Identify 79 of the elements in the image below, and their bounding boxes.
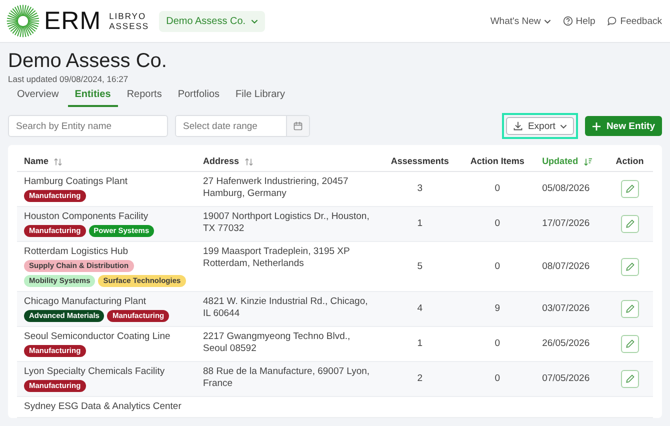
edit-button[interactable]: [620, 180, 639, 198]
action-items-count: 0: [494, 338, 500, 349]
speech-bubble-icon: [607, 16, 618, 26]
column-header: Action: [606, 153, 653, 172]
date-range-field[interactable]: Select date range: [175, 115, 310, 137]
logo-subtitle: ASSESS: [109, 21, 150, 31]
entity-name: Houston Components Facility: [24, 211, 150, 223]
address-text: 2217 Gwangmyeong Techno Blvd., Seoul 08592: [203, 331, 350, 354]
action-items-count: 9: [494, 303, 500, 314]
download-icon: [512, 121, 523, 131]
address-text: 27 Hafenwerk Industriering, 20457 Hamburg, Germany: [203, 176, 348, 199]
tab[interactable]: Overview: [10, 86, 66, 107]
edit-button[interactable]: [620, 370, 639, 388]
column-header[interactable]: Address: [196, 153, 380, 172]
address-text: 199 Maasport Tradeplein, 3195 XP Rotterdam, Netherlands: [203, 246, 350, 269]
sunburst-logo-icon: [6, 4, 40, 38]
chevron-down-icon: [250, 18, 258, 24]
search-field[interactable]: Search by Entity name: [8, 115, 168, 137]
column-header[interactable]: Name: [17, 153, 196, 172]
address-text: 4821 W. Kinzie Industrial Rd., Chicago, IL 60644: [203, 296, 368, 319]
plus-icon: [592, 122, 602, 130]
edit-button[interactable]: [620, 300, 639, 318]
entity-name: Lyon Specialty Chemicals Facility: [24, 366, 166, 378]
action-items-count: 0: [494, 218, 500, 229]
entity-name: Chicago Manufacturing Plant: [24, 296, 147, 308]
entity-name: Hamburg Coatings Plant: [24, 176, 128, 188]
organization-dropdown[interactable]: Demo Assess Co.: [159, 10, 265, 32]
action-items-count: 0: [494, 260, 500, 272]
updated-date: 03/07/2026: [542, 303, 590, 314]
export-dropdown-button[interactable]: Export: [506, 117, 574, 135]
assessments-count: 2: [417, 373, 423, 384]
help-icon: [562, 16, 573, 26]
tab[interactable]: Portfolios: [170, 86, 227, 107]
last-updated-text: Last updated 09/08/2024, 16:27: [8, 74, 130, 84]
sort-icon[interactable]: [244, 158, 254, 166]
action-items-count: 0: [494, 183, 500, 194]
updated-date: 08/07/2026: [542, 260, 590, 272]
new-entity-button[interactable]: New Entity: [585, 116, 662, 136]
edit-button[interactable]: [620, 215, 639, 233]
assessments-count: 1: [417, 338, 423, 349]
assessments-count: 5: [417, 260, 423, 272]
column-header: Assessments: [380, 153, 460, 172]
pencil-icon: [624, 339, 635, 349]
calendar-icon: [293, 121, 303, 131]
assessments-count: 3: [417, 183, 423, 194]
chevron-down-icon: [544, 18, 551, 24]
updated-date: 07/05/2026: [542, 373, 590, 384]
logo-wordmark: ERM: [44, 6, 102, 36]
assessments-count: 4: [417, 303, 423, 314]
chevron-down-icon: [560, 124, 568, 128]
updated-date: 26/05/2026: [542, 338, 590, 349]
address-text: 19007 Northport Logistics Dr., Houston, TX 77032: [203, 211, 370, 234]
column-header: Action Items: [460, 153, 536, 172]
entity-name: Rotterdam Logistics Hub: [24, 246, 130, 258]
sort-descending-icon[interactable]: [582, 158, 593, 166]
updated-date: 17/07/2026: [542, 218, 590, 229]
logo-subtitle: LIBRYO: [109, 11, 148, 21]
pencil-icon: [624, 184, 635, 194]
sort-icon[interactable]: [53, 158, 64, 166]
whats-new-dropdown[interactable]: What's New: [486, 16, 555, 26]
entity-name: Sydney ESG Data & Analytics Center: [24, 401, 182, 413]
updated-date: 05/08/2026: [542, 183, 590, 194]
action-items-count: 0: [494, 373, 500, 384]
edit-button[interactable]: [620, 258, 639, 276]
entity-name: Seoul Semiconductor Coating Line: [24, 331, 172, 343]
address-text: 88 Rue de la Manufacture, 69007 Lyon, France: [203, 366, 370, 389]
edit-button[interactable]: [620, 335, 639, 353]
assessments-count: 1: [417, 218, 423, 229]
pencil-icon: [624, 219, 635, 229]
help-link[interactable]: Help: [558, 16, 600, 26]
tab[interactable]: Entities: [68, 86, 118, 107]
tab[interactable]: File Library: [228, 86, 292, 107]
pencil-icon: [624, 262, 635, 272]
pencil-icon: [624, 374, 635, 384]
feedback-link[interactable]: Feedback: [603, 16, 666, 26]
tab[interactable]: Reports: [120, 86, 169, 107]
pencil-icon: [624, 304, 635, 314]
column-header[interactable]: Updated: [535, 153, 606, 172]
page-title: Demo Assess Co.: [8, 49, 168, 72]
